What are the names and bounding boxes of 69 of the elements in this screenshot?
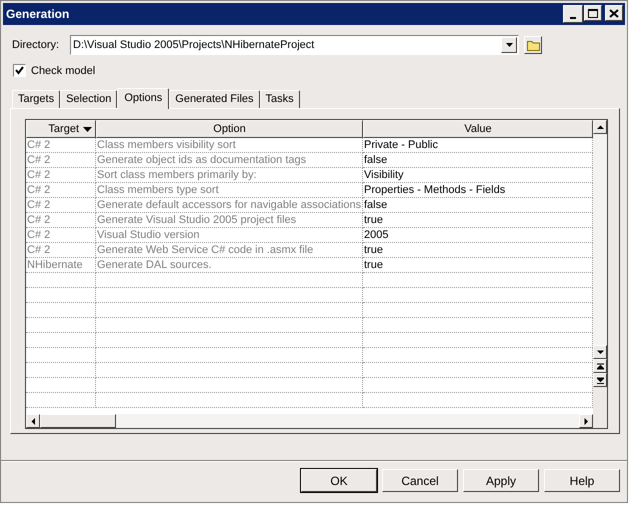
column-header[interactable]: Value	[363, 120, 593, 138]
window-title: Generation	[6, 7, 70, 21]
check-model-label: Check model	[31, 64, 96, 76]
scroll-top-button[interactable]	[593, 359, 607, 373]
arrow-icon	[596, 124, 604, 130]
minimize-icon	[570, 17, 576, 19]
table-cell: C# 2	[26, 138, 96, 153]
arrow-icon	[596, 376, 604, 384]
sort-arrow-icon	[83, 126, 92, 132]
arrow-icon	[30, 418, 36, 424]
tab[interactable]: Targets	[12, 90, 60, 108]
scroll-bottom-button[interactable]	[593, 373, 607, 387]
arrow-icon	[584, 418, 588, 424]
empty-cell	[26, 363, 96, 378]
table-cell: Generate DAL sources.	[96, 258, 363, 273]
table-cell: Generate Web Service C# code in .asmx file	[96, 243, 363, 258]
dialog-button[interactable]: Apply	[463, 469, 539, 492]
directory-label: Directory:	[12, 39, 60, 51]
table-cell: Generate object ids as documentation tags	[96, 153, 363, 168]
table-cell: C# 2	[26, 198, 96, 213]
table-cell: Generate Visual Studio 2005 project files	[96, 213, 363, 228]
empty-cell	[26, 378, 96, 393]
table-cell: Class members visibility sort	[96, 138, 363, 153]
table-cell: C# 2	[26, 183, 96, 198]
empty-cell	[26, 333, 96, 348]
column-header[interactable]: Target	[26, 120, 96, 138]
table-cell: C# 2	[26, 168, 96, 183]
table-cell: C# 2	[26, 153, 96, 168]
empty-cell	[26, 288, 96, 303]
table-cell: C# 2	[26, 228, 96, 243]
dialog-button[interactable]: Help	[544, 469, 620, 492]
maximize-icon	[588, 8, 598, 18]
directory-combo-box[interactable]: D:\Visual Studio 2005\Projects\NHibernateProject	[70, 35, 519, 55]
table-cell: NHibernate	[26, 258, 96, 273]
dialog-button[interactable]: OK	[301, 469, 377, 492]
close-button[interactable]	[605, 5, 623, 21]
tab[interactable]: Generated Files	[169, 90, 260, 108]
table-cell: Visual Studio version	[96, 228, 363, 243]
tab[interactable]: Options	[117, 88, 170, 109]
empty-cell	[26, 303, 96, 318]
close-icon	[609, 8, 619, 18]
horizontal-scrollbar[interactable]	[26, 414, 593, 428]
column-header[interactable]: Option	[96, 120, 363, 138]
arrow-icon	[596, 350, 604, 354]
dropdown-arrow-icon	[506, 43, 512, 47]
scroll-down-button[interactable]	[593, 345, 607, 359]
table-cell: Class members type sort	[96, 183, 363, 198]
scroll-left-button[interactable]	[26, 414, 40, 428]
vertical-scrollbar[interactable]	[593, 120, 607, 428]
empty-cell	[26, 348, 96, 363]
checkmark-icon	[15, 66, 24, 75]
dialog-button[interactable]: Cancel	[382, 469, 458, 492]
table-cell: Sort class members primarily by:	[96, 168, 363, 183]
scroll-right-button[interactable]	[579, 414, 593, 428]
table-cell: C# 2	[26, 243, 96, 258]
browse-folder-button[interactable]	[524, 36, 542, 54]
empty-cell	[26, 273, 96, 288]
tab[interactable]: Tasks	[260, 90, 300, 108]
maximize-button[interactable]	[584, 5, 602, 21]
table-cell: C# 2	[26, 213, 96, 228]
scroll-thumb[interactable]	[40, 414, 116, 428]
check-model-checkbox[interactable]	[13, 64, 26, 77]
empty-cell	[26, 318, 96, 333]
minimize-button[interactable]	[563, 5, 583, 23]
table-cell: Generate default accessors for navigable associations	[96, 198, 363, 213]
folder-icon	[526, 40, 540, 50]
empty-cell	[26, 393, 96, 408]
arrow-icon	[596, 362, 604, 370]
scroll-up-button[interactable]	[593, 120, 607, 134]
